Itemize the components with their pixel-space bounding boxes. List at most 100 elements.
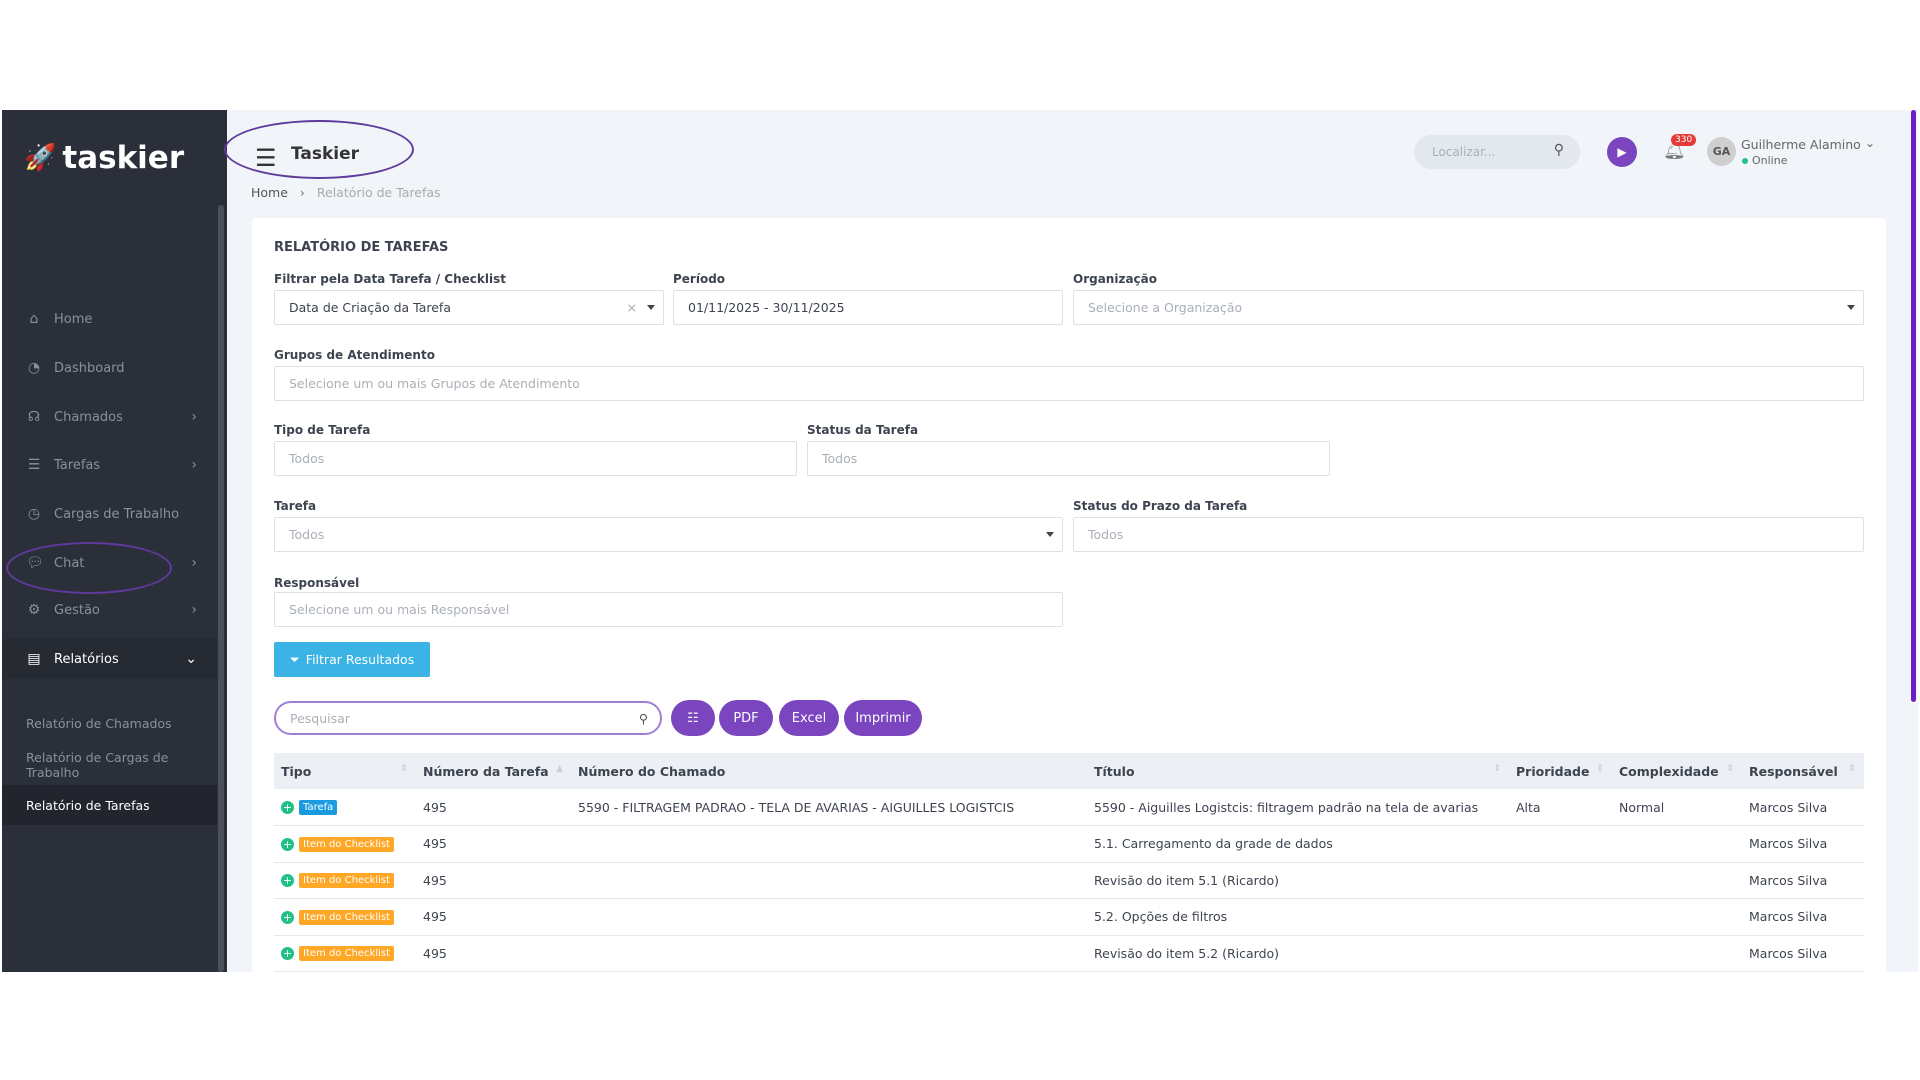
cell-responsavel: Marcos Silva — [1742, 862, 1864, 899]
cell-titulo: Revisão do item 5.2 (Ricardo) — [1087, 935, 1509, 972]
expand-row-icon[interactable]: + — [281, 947, 294, 961]
resp-label: Responsável — [274, 576, 360, 590]
column-header[interactable]: Título ⇕ — [1087, 753, 1509, 789]
chevron-right-icon: › — [191, 457, 197, 473]
sidebar-item-dashboard[interactable]: ◔ Dashboard — [2, 348, 217, 388]
cell-titulo: 5.1. Carregamento da grade de dados — [1087, 825, 1509, 863]
column-toggle-button[interactable]: ☷ — [671, 700, 715, 736]
sidebar-item-tarefas[interactable]: ☰ Tarefas › — [2, 445, 217, 485]
type-badge: Item do Checklist — [299, 873, 395, 889]
highlight-annotation — [224, 120, 414, 179]
list-icon: ☰ — [27, 457, 41, 473]
sort-icon[interactable]: ▲ — [556, 764, 563, 774]
cell-numero: 495 — [416, 935, 571, 972]
cell-complexidade — [1612, 935, 1742, 972]
table-row[interactable]: + Item do Checklist 495 Revisão do item 5.2… — [274, 935, 1864, 972]
pdf-button[interactable]: PDF — [719, 700, 773, 736]
cell-prioridade: Alta — [1509, 789, 1612, 826]
table-search-input[interactable]: Pesquisar ⚲ — [274, 701, 662, 735]
sidebar: 🚀 taskier ⌂ Home ◔ Dashboard ☊ Chamados › ☰ Tare… — [2, 110, 227, 972]
expand-row-icon[interactable]: + — [281, 874, 294, 888]
cell-complexidade: Normal — [1612, 789, 1742, 826]
sort-icon[interactable]: ⇕ — [400, 764, 408, 774]
rocket-icon: 🚀 — [24, 143, 57, 173]
column-header[interactable]: Responsável ⇕ — [1742, 753, 1864, 789]
cell-prioridade — [1509, 935, 1612, 972]
periodo-label: Período — [673, 272, 726, 286]
cell-prioridade — [1509, 825, 1612, 863]
chevron-right-icon: › — [191, 555, 197, 571]
caret-down-icon — [1046, 532, 1054, 537]
sort-icon[interactable]: ⇕ — [1596, 764, 1604, 774]
play-button[interactable]: ▶ — [1607, 137, 1637, 167]
column-header[interactable]: Número da Tarefa ▲ — [416, 753, 571, 789]
column-header[interactable]: Número do Chamado — [571, 753, 1087, 789]
sidebar-item-chamados[interactable]: ☊ Chamados › — [2, 397, 217, 437]
online-dot-icon — [1742, 158, 1748, 164]
search-icon: ⚲ — [1553, 142, 1564, 158]
clock-icon: ◷ — [27, 506, 41, 522]
cell-titulo: 5590 - Aiguilles Logistcis: filtragem pa… — [1087, 789, 1509, 826]
notification-bell-icon[interactable]: 🔔︎ 330 — [1663, 134, 1697, 161]
breadcrumb-home[interactable]: Home — [251, 185, 288, 200]
caret-down-icon — [647, 305, 655, 310]
sidebar-item-cargas-de-trabalho[interactable]: ◷ Cargas de Trabalho — [2, 494, 217, 534]
cell-prioridade — [1509, 862, 1612, 899]
sort-icon[interactable]: ⇕ — [1493, 764, 1501, 774]
user-name[interactable]: Guilherme Alamino — [1741, 137, 1861, 152]
type-badge: Tarefa — [299, 800, 338, 815]
logo[interactable]: 🚀 taskier — [24, 140, 184, 176]
task-select[interactable]: Todos — [274, 517, 1063, 552]
cell-chamado: 5590 - FILTRAGEM PADRAO - TELA DE AVARIA… — [571, 789, 1087, 826]
cell-numero: 495 — [416, 789, 571, 826]
caret-down-icon — [1847, 305, 1855, 310]
column-header[interactable]: Tipo ⇕ — [274, 753, 416, 789]
cell-chamado — [571, 825, 1087, 863]
clear-icon[interactable]: × — [627, 300, 637, 315]
table-row[interactable]: + Item do Checklist 495 5.1. Carregamento d… — [274, 825, 1864, 863]
sidebar-subitem[interactable]: Relatório de Tarefas — [2, 785, 217, 825]
sidebar-item-gestao[interactable]: ⚙ Gestão › — [2, 590, 217, 630]
search-icon: ⚲ — [638, 710, 648, 726]
table-row[interactable]: + Item do Checklist 495 Revisão do item 5.1… — [274, 862, 1864, 899]
sidebar-item-relatorios[interactable]: ▤ Relatórios ⌄ — [2, 639, 217, 679]
excel-button[interactable]: Excel — [779, 700, 839, 736]
sidebar-scrollbar[interactable] — [218, 205, 224, 972]
table-row[interactable]: + Tarefa 495 5590 - FILTRAGEM PADRAO - TELA… — [274, 789, 1864, 826]
page-scrollbar[interactable] — [1911, 110, 1916, 702]
filter-icon: ⏷ — [289, 651, 300, 667]
sidebar-subitem[interactable]: Relatório de Chamados — [2, 703, 217, 743]
groups-select[interactable]: Selecione um ou mais Grupos de Atendimen… — [274, 366, 1864, 401]
print-button[interactable]: Imprimir — [844, 700, 922, 736]
organization-select[interactable]: Selecione a Organização — [1073, 290, 1864, 325]
table-row[interactable]: + Item do Checklist 495 5.2. Opções de filt… — [274, 898, 1864, 936]
expand-row-icon[interactable]: + — [281, 910, 294, 924]
chevron-down-icon[interactable]: ⌄ — [1865, 136, 1875, 150]
responsible-select[interactable]: Selecione um ou mais Responsável — [274, 592, 1063, 627]
deadline-status-select[interactable]: Todos — [1073, 517, 1864, 552]
expand-row-icon[interactable]: + — [281, 837, 294, 851]
cell-chamado — [571, 898, 1087, 936]
sidebar-subitem[interactable]: Relatório de Cargas de Trabalho — [2, 745, 217, 785]
sort-icon[interactable]: ⇕ — [1726, 764, 1734, 774]
home-icon: ⌂ — [29, 311, 39, 327]
date-filter-select[interactable]: Data de Criação da Tarefa × — [274, 290, 664, 325]
prazo-label: Status do Prazo da Tarefa — [1073, 499, 1248, 513]
avatar[interactable]: GA — [1707, 137, 1736, 166]
cell-complexidade — [1612, 862, 1742, 899]
period-input[interactable]: 01/11/2025 - 30/11/2025 — [673, 290, 1063, 325]
headset-icon: ☊ — [27, 409, 41, 425]
sidebar-item-home[interactable]: ⌂ Home — [2, 299, 217, 339]
filter-results-button[interactable]: ⏷ Filtrar Resultados — [274, 642, 430, 677]
expand-row-icon[interactable]: + — [281, 801, 294, 814]
app-window: 🚀 taskier ⌂ Home ◔ Dashboard ☊ Chamados › ☰ Tare… — [2, 110, 1918, 972]
sort-icon[interactable]: ⇕ — [1848, 764, 1856, 774]
column-header[interactable]: Complexidade ⇕ — [1612, 753, 1742, 789]
task-status-select[interactable]: Todos — [807, 441, 1330, 476]
column-header[interactable]: Prioridade ⇕ — [1509, 753, 1612, 789]
global-search-input[interactable]: Localizar... ⚲ — [1414, 135, 1580, 169]
pie-chart-icon: ◔ — [27, 360, 41, 376]
notification-count-badge: 330 — [1671, 134, 1697, 146]
type-badge: Item do Checklist — [299, 909, 395, 925]
task-type-select[interactable]: Todos — [274, 441, 797, 476]
